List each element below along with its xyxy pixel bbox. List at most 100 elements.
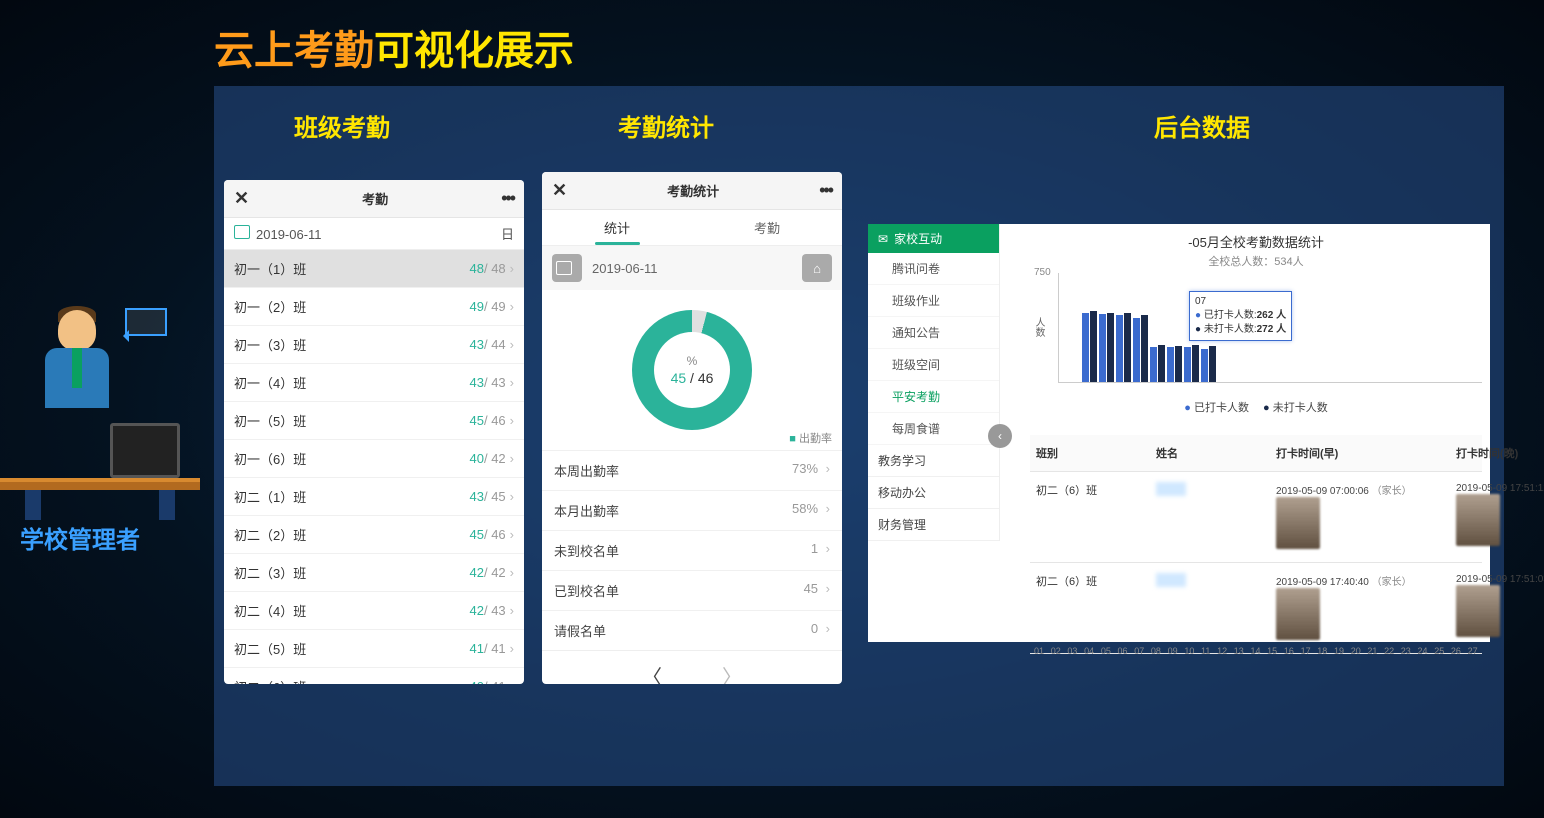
calendar-button[interactable]: [552, 254, 582, 282]
phone2-date-bar: 2019-06-11 ⌂: [542, 246, 842, 290]
sidebar-item[interactable]: 班级空间: [868, 349, 999, 381]
section-backend: 后台数据: [1154, 108, 1250, 143]
class-row[interactable]: 初一（5）班 45/ 46›: [224, 402, 524, 440]
sidebar-group-teaching[interactable]: 教务学习: [868, 445, 999, 477]
photo-thumb: [1456, 494, 1500, 546]
class-name: 初一（1）班: [234, 259, 306, 278]
donut-b: 46: [698, 370, 714, 386]
photo-thumb: [1276, 588, 1320, 640]
sidebar-item[interactable]: 平安考勤: [868, 381, 999, 413]
phone1-title: 考勤: [249, 189, 501, 208]
photo-thumb: [1276, 497, 1320, 549]
tab-attend[interactable]: 考勤: [692, 210, 842, 245]
phone1-date: 2019-06-11: [256, 227, 322, 242]
donut-chart: % 45 / 46 出勤率: [542, 290, 842, 450]
class-name: 初二（4）班: [234, 601, 306, 620]
bar-pair: [1116, 313, 1131, 382]
donut-a: 45: [671, 370, 687, 386]
phone-class: ✕ 考勤 ••• 2019-06-11 日 初一（1）班 48/ 48›初一（2…: [224, 180, 524, 684]
table-row[interactable]: 初二（6）班 2019-05-09 07:00:06 （家长） 2019-05-…: [1030, 472, 1482, 563]
phone2-header: ✕ 考勤统计 •••: [542, 172, 842, 210]
speech-bubble-icon: [125, 308, 167, 336]
more-icon[interactable]: •••: [819, 180, 832, 201]
chart-tooltip: 07 已打卡人数:262 人 未打卡人数:272 人: [1189, 291, 1292, 341]
class-row[interactable]: 初一（2）班 49/ 49›: [224, 288, 524, 326]
home-button[interactable]: ⌂: [802, 254, 832, 282]
phone2-title: 考勤统计: [567, 181, 819, 200]
page-title: 云上考勤可视化展示: [214, 18, 574, 76]
class-name: 初一（3）班: [234, 335, 306, 354]
attendance-bar-chart: 人数 750 07 已打卡人数:262 人 未打卡人数:272 人: [1058, 273, 1482, 383]
phone2-nav: 〈 〉: [542, 650, 842, 684]
title-p2: 可视化展示: [374, 29, 574, 73]
backend-table: 班别姓名打卡时间(早)打卡时间(晚) 初二（6）班 2019-05-09 07:…: [1030, 435, 1482, 654]
phone2-tabs: 统计 考勤: [542, 210, 842, 246]
class-row[interactable]: 初二（1）班 43/ 45›: [224, 478, 524, 516]
backend-panel: ✉ 家校互动 腾讯问卷班级作业通知公告班级空间平安考勤每周食谱 教务学习 移动办…: [868, 224, 1490, 642]
stat-row[interactable]: 未到校名单1 ›: [542, 530, 842, 570]
class-name: 初一（2）班: [234, 297, 306, 316]
class-name: 初二（5）班: [234, 639, 306, 658]
table-head: 班别姓名打卡时间(早)打卡时间(晚): [1030, 435, 1482, 472]
more-icon[interactable]: •••: [501, 188, 514, 209]
stat-row[interactable]: 已到校名单45 ›: [542, 570, 842, 610]
sidebar-group-home-school[interactable]: ✉ 家校互动: [868, 224, 999, 253]
chart-xticks: 0102030405060708091011121314151617181920…: [1034, 646, 1478, 656]
close-icon[interactable]: ✕: [234, 188, 249, 209]
chart-title: -05月全校考勤数据统计: [1030, 228, 1482, 253]
class-name: 初二（6）班: [234, 677, 306, 684]
stage-panel: 班级考勤 考勤统计 后台数据 ✕ 考勤 ••• 2019-06-11 日 初一（…: [214, 86, 1504, 786]
sidebar-group-office[interactable]: 移动办公: [868, 477, 999, 509]
class-row[interactable]: 初一（3）班 43/ 44›: [224, 326, 524, 364]
chart-subtitle: 全校总人数：534人: [1030, 253, 1482, 273]
section-stats: 考勤统计: [618, 108, 714, 143]
class-name: 初一（5）班: [234, 411, 306, 430]
next-icon[interactable]: 〉: [722, 661, 742, 684]
prev-icon[interactable]: 〈: [642, 661, 662, 684]
bar-pair: [1133, 315, 1148, 382]
stat-row[interactable]: 请假名单0 ›: [542, 610, 842, 650]
bar-pair: [1201, 346, 1216, 382]
class-name: 初一（6）班: [234, 449, 306, 468]
class-row[interactable]: 初一（6）班 40/ 42›: [224, 440, 524, 478]
sidebar-item[interactable]: 腾讯问卷: [868, 253, 999, 285]
class-name: 初二（1）班: [234, 487, 306, 506]
close-icon[interactable]: ✕: [552, 180, 567, 201]
bar-pair: [1184, 345, 1199, 382]
bar-pair: [1082, 311, 1097, 382]
class-name: 初二（3）班: [234, 563, 306, 582]
sidebar-item[interactable]: 通知公告: [868, 317, 999, 349]
sidebar-item[interactable]: 班级作业: [868, 285, 999, 317]
class-row[interactable]: 初二（2）班 45/ 46›: [224, 516, 524, 554]
phone1-header: ✕ 考勤 •••: [224, 180, 524, 218]
legend-a: 已打卡人数: [1184, 402, 1249, 414]
class-row[interactable]: 初二（5）班 41/ 41›: [224, 630, 524, 668]
table-row[interactable]: 初二（6）班 2019-05-09 17:40:40 （家长） 2019-05-…: [1030, 563, 1482, 654]
phone2-date: 2019-06-11: [582, 261, 802, 276]
class-row[interactable]: 初一（4）班 43/ 43›: [224, 364, 524, 402]
class-row[interactable]: 初二（6）班 40/ 41›: [224, 668, 524, 684]
bar-pair: [1099, 313, 1114, 382]
sidebar-item[interactable]: 每周食谱: [868, 413, 999, 445]
bar-pair: [1150, 345, 1165, 382]
backend-sidebar: ✉ 家校互动 腾讯问卷班级作业通知公告班级空间平安考勤每周食谱 教务学习 移动办…: [868, 224, 1000, 541]
calendar-icon: [234, 225, 250, 239]
collapse-sidebar-button[interactable]: ‹: [988, 424, 1012, 448]
chart-legend: 已打卡人数 未打卡人数: [1030, 383, 1482, 425]
class-row[interactable]: 初一（1）班 48/ 48›: [224, 250, 524, 288]
class-name: 初一（4）班: [234, 373, 306, 392]
phone1-date-row[interactable]: 2019-06-11 日: [224, 218, 524, 250]
class-row[interactable]: 初二（3）班 42/ 42›: [224, 554, 524, 592]
donut-legend: 出勤率: [789, 430, 832, 446]
donut-pct: %: [687, 354, 698, 368]
chart-ylabel: 人数: [1031, 317, 1046, 337]
sidebar-group-finance[interactable]: 财务管理: [868, 509, 999, 541]
manager-label: 学校管理者: [20, 520, 140, 555]
phone2-stat-list: 本周出勤率73% ›本月出勤率58% ›未到校名单1 ›已到校名单45 ›请假名…: [542, 450, 842, 650]
class-row[interactable]: 初二（4）班 42/ 43›: [224, 592, 524, 630]
class-name: 初二（2）班: [234, 525, 306, 544]
tab-stats[interactable]: 统计: [542, 210, 692, 245]
stat-row[interactable]: 本周出勤率73% ›: [542, 450, 842, 490]
tooltip-day: 07: [1195, 295, 1286, 309]
stat-row[interactable]: 本月出勤率58% ›: [542, 490, 842, 530]
